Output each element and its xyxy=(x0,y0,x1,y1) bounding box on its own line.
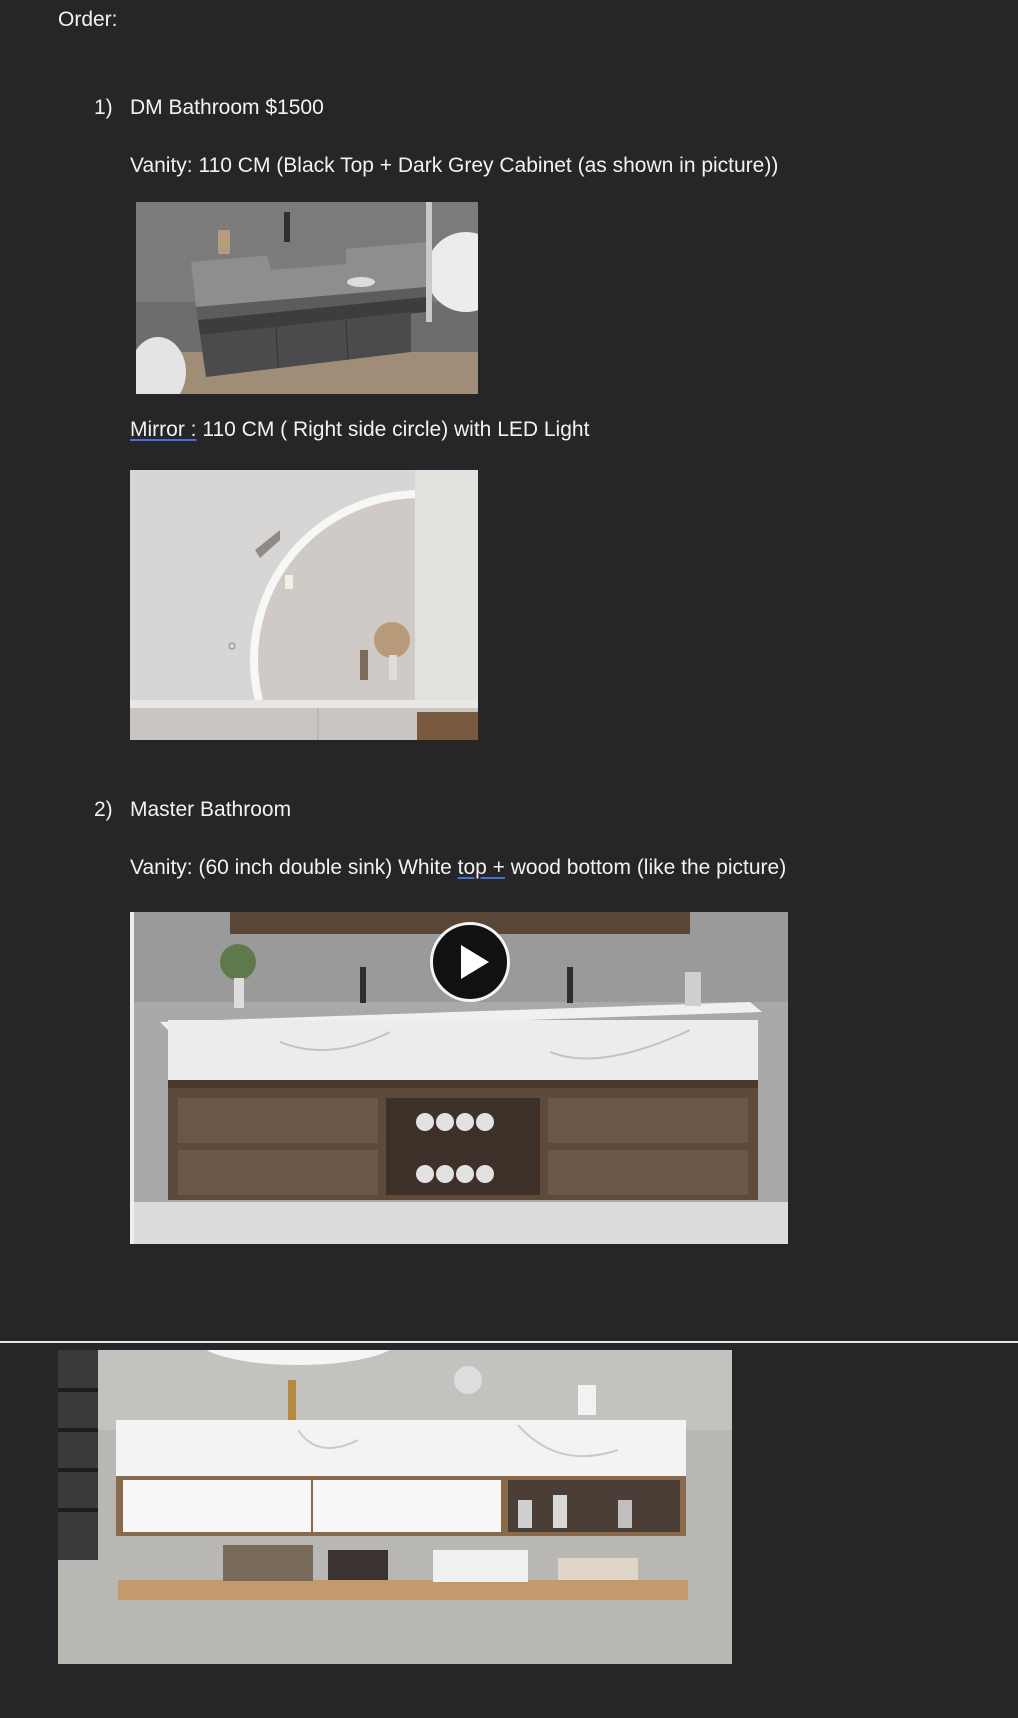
item-1-title: DM Bathroom $1500 xyxy=(130,96,324,119)
vanity-prefix: Vanity: (60 inch double sink) White xyxy=(130,856,458,879)
vanity-underlined: top + xyxy=(457,856,505,879)
item-2-title: Master Bathroom xyxy=(130,798,292,821)
item-2-vanity-text: Vanity: (60 inch double sink) White top … xyxy=(130,856,786,880)
mirror-led-image xyxy=(130,470,478,740)
item-1-vanity-text: Vanity: 110 CM (Black Top + Dark Grey Ca… xyxy=(130,154,779,177)
play-icon xyxy=(461,945,489,979)
item-1-number: 1) xyxy=(94,96,113,119)
play-button[interactable] xyxy=(430,922,510,1002)
mirror-label: Mirror : xyxy=(130,418,197,441)
section-divider xyxy=(0,1341,1018,1343)
mirror-description: 110 CM ( Right side circle) with LED Lig… xyxy=(196,418,590,441)
item-1-mirror-text: Mirror : 110 CM ( Right side circle) wit… xyxy=(130,418,589,442)
order-heading: Order: xyxy=(58,8,118,31)
vanity-grey-image xyxy=(136,202,478,394)
item-2-number: 2) xyxy=(94,798,113,821)
white-wood-vanity-image xyxy=(58,1350,732,1664)
vanity-suffix: wood bottom (like the picture) xyxy=(504,856,787,879)
double-sink-video[interactable] xyxy=(130,912,788,1244)
